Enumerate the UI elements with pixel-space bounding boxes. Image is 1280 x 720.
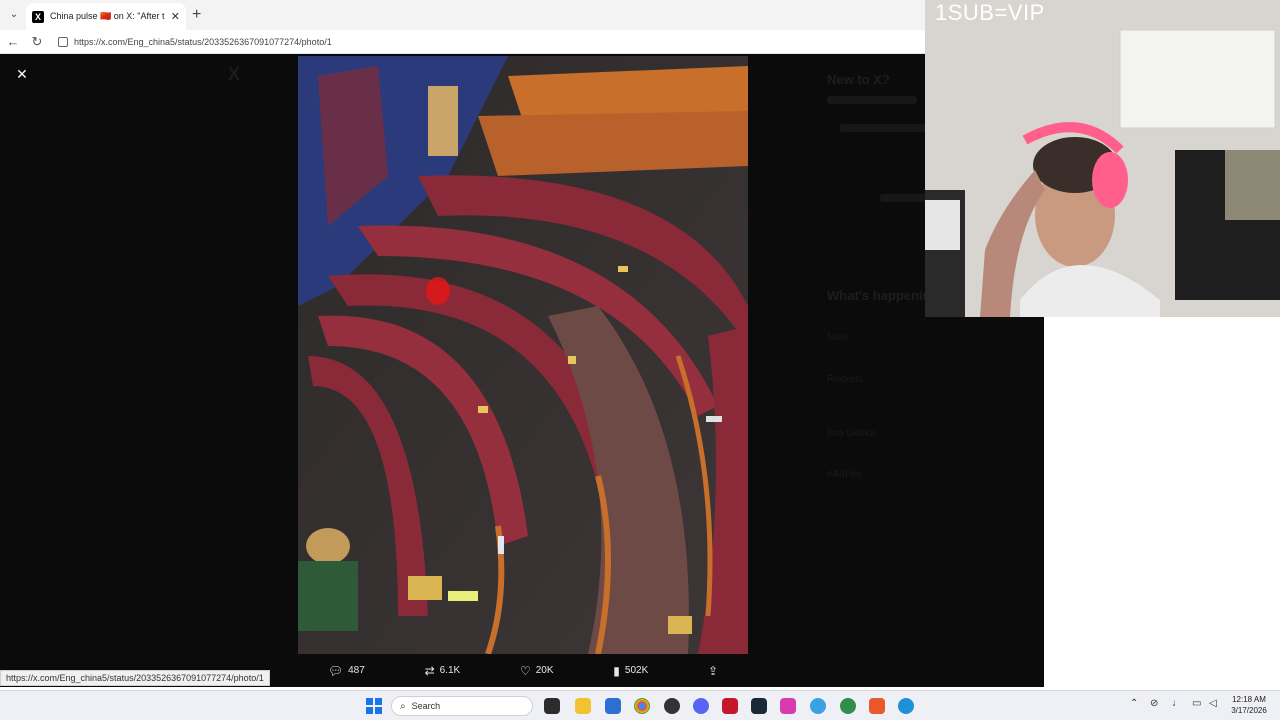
site-info-icon[interactable] (58, 37, 68, 47)
new-tab-button[interactable]: + (192, 6, 201, 24)
windows-taskbar: ⌕ Search ⌃ ⊘ ♩ ▭ ◁ 12:18 AM 3/17/2026 (0, 690, 1280, 720)
back-button[interactable]: ← (4, 33, 22, 51)
reload-button[interactable]: ↻ (28, 33, 46, 51)
tray-chevron-icon[interactable]: ⌃ (1130, 698, 1138, 709)
file-explorer-icon[interactable] (575, 698, 591, 714)
view-count: 502K (624, 665, 649, 676)
theater-photo-image (298, 56, 748, 654)
heart-icon: ♡ (519, 663, 531, 678)
task-view-icon[interactable] (544, 698, 560, 714)
clock-date: 3/17/2026 (1231, 706, 1267, 715)
taskbar-clock[interactable]: 12:18 AM 3/17/2026 (1222, 694, 1276, 716)
browser-toolbar: ← ↻ https://x.com/Eng_china5/status/2033… (0, 30, 925, 54)
views-button[interactable]: ▮ 502K (613, 664, 648, 678)
tweet-action-bar: 💬︎ 487 ⇄ 6.1K ♡ 20K ▮ 502K ⇪ (298, 658, 748, 683)
reply-icon: 💬︎ (327, 663, 344, 678)
search-icon: ⌕ (400, 700, 406, 712)
microphone-icon[interactable]: ♩ (1172, 698, 1182, 709)
like-button[interactable]: ♡ 20K (520, 664, 554, 678)
views-chart-icon: ▮ (613, 663, 620, 678)
share-icon: ⇪ (708, 663, 719, 678)
webcam-feed-image (925, 0, 1280, 317)
network-icon[interactable]: ⊘ (1150, 698, 1158, 709)
chrome-icon[interactable] (634, 698, 650, 714)
app-icon-orange[interactable] (869, 698, 885, 714)
start-windows-icon[interactable] (366, 698, 382, 714)
trend-item[interactable]: #AdFire (827, 469, 862, 480)
steam-icon[interactable] (751, 698, 767, 714)
volume-icon[interactable]: ◁ (1209, 698, 1217, 709)
webcam-overlay: 1SUB=VIP (925, 0, 1280, 317)
app-icon-pink[interactable] (780, 698, 796, 714)
trend-item[interactable]: Rockets (827, 374, 863, 385)
browser-tab[interactable]: X China pulse 🇨🇳 on X: "After the pa ✕ (26, 3, 186, 30)
edge-icon[interactable] (898, 698, 914, 714)
taskbar-search-box[interactable]: ⌕ Search (391, 696, 533, 716)
trend-item[interactable]: Ima Udoka (827, 428, 875, 439)
repost-icon: ⇄ (424, 663, 435, 678)
clock-time: 12:18 AM (1232, 695, 1266, 704)
blank-panel (1044, 317, 1280, 687)
like-count: 20K (535, 665, 554, 676)
display-icon[interactable]: ▭ (1192, 698, 1201, 709)
search-placeholder: Search (411, 701, 441, 711)
browser-tabstrip: ⌄ X China pulse 🇨🇳 on X: "After the pa ✕… (0, 0, 925, 30)
x-logo-icon: X (228, 64, 241, 84)
close-viewer-button[interactable]: ✕ (11, 63, 33, 85)
edge-dev-icon[interactable] (810, 698, 826, 714)
discord-icon[interactable] (693, 698, 709, 714)
sidebar-placeholder-line (827, 96, 917, 104)
new-to-x-heading: New to X? (827, 72, 890, 87)
trend-item[interactable]: Nate (827, 332, 848, 343)
tab-title: China pulse 🇨🇳 on X: "After the pa (50, 11, 165, 21)
tab-list-button[interactable]: ⌄ (6, 7, 22, 23)
share-button[interactable]: ⇪ (708, 664, 718, 678)
x-photo-viewer: ✕ X New to X? What's happening Nate Rock… (0, 54, 1044, 687)
repost-button[interactable]: ⇄ 6.1K (425, 664, 461, 678)
link-status-bar: https://x.com/Eng_china5/status/20335263… (0, 670, 270, 686)
store-icon[interactable] (605, 698, 621, 714)
tweet-photo[interactable] (298, 56, 748, 654)
app-icon-dark[interactable] (664, 698, 680, 714)
whats-happening-heading: What's happening (827, 288, 939, 303)
screen: ⌄ X China pulse 🇨🇳 on X: "After the pa ✕… (0, 0, 1280, 720)
chrome-beta-icon[interactable] (840, 698, 856, 714)
address-url: https://x.com/Eng_china5/status/20335263… (74, 37, 332, 47)
x-favicon-icon: X (32, 10, 44, 23)
tab-close-icon[interactable]: ✕ (171, 10, 180, 23)
address-bar[interactable]: https://x.com/Eng_china5/status/20335263… (52, 33, 922, 51)
reply-count: 487 (348, 665, 365, 676)
reply-button[interactable]: 💬︎ 487 (328, 664, 365, 678)
repost-count: 6.1K (439, 665, 461, 676)
webcam-overlay-text: 1SUB=VIP (935, 0, 1045, 25)
adobe-icon[interactable] (722, 698, 738, 714)
